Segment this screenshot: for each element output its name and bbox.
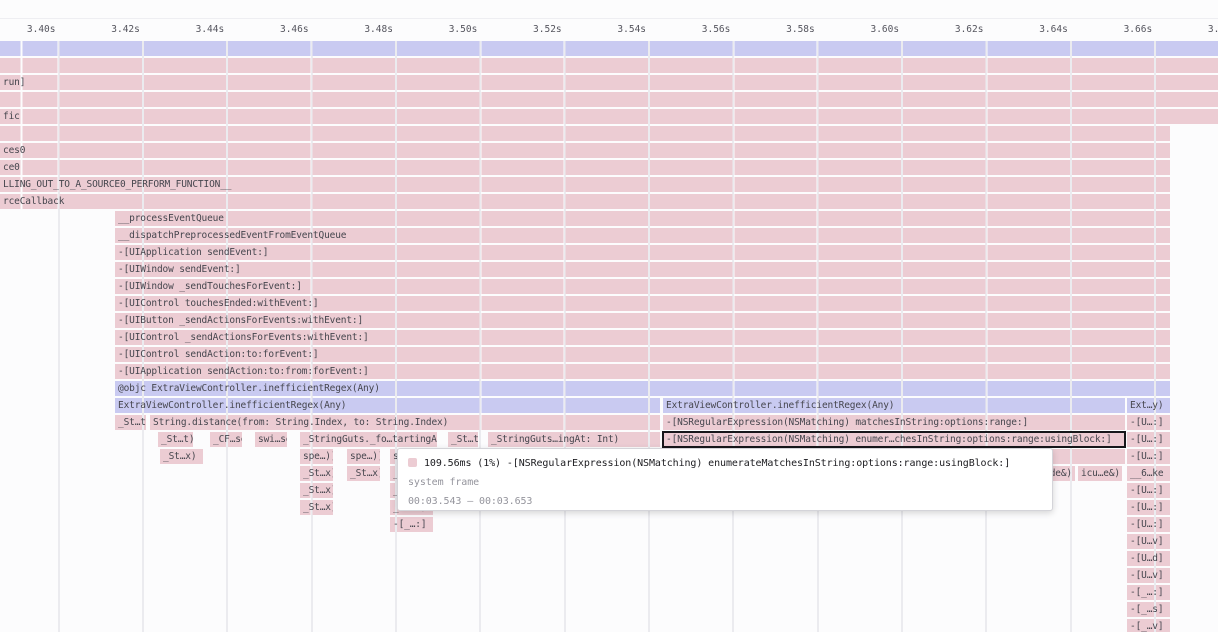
tooltip-time-range: 00:03.543 — 00:03.653 bbox=[408, 492, 1042, 511]
flame-bar[interactable]: Ext…y) bbox=[1127, 398, 1170, 413]
tooltip-title-line: 109.56ms (1%) -[NSRegularExpression(NSMa… bbox=[408, 454, 1042, 473]
frame-color-swatch-icon bbox=[408, 458, 417, 467]
flame-bar[interactable]: __dispatchPreprocessedEventFromEventQueu… bbox=[115, 228, 1170, 243]
flame-bar[interactable]: -[UIWindow sendEvent:] bbox=[115, 262, 1170, 277]
flame-bar[interactable]: -[U…v] bbox=[1127, 534, 1170, 549]
flame-bar[interactable]: __6…ke bbox=[1127, 466, 1170, 481]
tooltip-title: 109.56ms (1%) -[NSRegularExpression(NSMa… bbox=[424, 458, 1010, 469]
flame-bar[interactable]: -[UIControl touchesEnded:withEvent:] bbox=[115, 296, 1170, 311]
flame-bar[interactable]: _St…t) bbox=[115, 415, 146, 430]
flame-bar[interactable]: -[_…s] bbox=[1127, 602, 1170, 617]
flame-bar[interactable]: _St…t) bbox=[448, 432, 478, 447]
flame-bar[interactable]: _St…x) bbox=[300, 500, 333, 515]
flame-bar[interactable]: rceCallback bbox=[0, 194, 1170, 209]
flame-bar[interactable]: -[U…:] bbox=[1127, 517, 1170, 532]
flame-bar[interactable]: run] bbox=[0, 75, 1218, 90]
flame-bar[interactable]: ExtraViewController.inefficientRegex(Any… bbox=[115, 398, 660, 413]
flame-bar[interactable]: spe…)) bbox=[347, 449, 380, 464]
flame-bar-selected[interactable]: -[NSRegularExpression(NSMatching) enumer… bbox=[663, 432, 1125, 447]
flame-bar[interactable]: -[U…:] bbox=[1127, 483, 1170, 498]
flame-bar[interactable]: -[NSRegularExpression(NSMatching) matche… bbox=[663, 415, 1125, 430]
flame-bar[interactable]: _StringGuts…ingAt: Int) bbox=[488, 432, 660, 447]
flame-chart: run] fic ces0 ce0 LLING_OUT_TO_A_SOURCE0_PER… bbox=[0, 0, 1218, 632]
flame-bar[interactable] bbox=[0, 126, 1170, 141]
flame-bar[interactable]: LLING_OUT_TO_A_SOURCE0_PERFORM_FUNCTION_… bbox=[0, 177, 1170, 192]
flame-bar[interactable] bbox=[0, 92, 1218, 107]
flame-bar[interactable]: -[UIButton _sendActionsForEvents:withEve… bbox=[115, 313, 1170, 328]
flame-bar[interactable]: -[U…:] bbox=[1127, 449, 1170, 464]
flame-bar[interactable]: _St…t) bbox=[158, 432, 193, 447]
flame-bar[interactable]: fic bbox=[0, 109, 1218, 124]
flame-graph-view: 3.40s3.42s3.44s3.46s3.48s3.50s3.52s3.54s… bbox=[0, 0, 1218, 632]
flame-bar[interactable]: -[U…d] bbox=[1127, 551, 1170, 566]
flame-bar[interactable]: ExtraViewController.inefficientRegex(Any… bbox=[663, 398, 1125, 413]
flame-bar[interactable]: @objc ExtraViewController.inefficientReg… bbox=[115, 381, 1170, 396]
flame-bar[interactable]: _St…x) bbox=[160, 449, 203, 464]
flame-bar[interactable]: icu…e&) bbox=[1078, 466, 1122, 481]
flame-bar[interactable]: spe…)) bbox=[300, 449, 333, 464]
hover-tooltip: 109.56ms (1%) -[NSRegularExpression(NSMa… bbox=[397, 448, 1053, 511]
flame-bar[interactable]: -[U…:] bbox=[1127, 415, 1170, 430]
flame-bar[interactable]: -[U…:] bbox=[1127, 500, 1170, 515]
flame-bar[interactable]: -[_…v] bbox=[1127, 619, 1170, 632]
flame-bar[interactable]: _St…x) bbox=[347, 466, 380, 481]
flame-bar[interactable]: ces0 bbox=[0, 143, 1170, 158]
flame-bar[interactable]: _St…x) bbox=[300, 466, 333, 481]
flame-bar[interactable]: -[UIControl _sendActionsForEvents:withEv… bbox=[115, 330, 1170, 345]
flame-bar[interactable]: ce0 bbox=[0, 160, 1170, 175]
flame-bar[interactable]: _St…x) bbox=[300, 483, 333, 498]
flame-bar[interactable]: _StringGuts._fo…tartingAt: Int) bbox=[300, 432, 437, 447]
flame-bar[interactable]: -[UIApplication sendEvent:] bbox=[115, 245, 1170, 260]
flame-bar[interactable]: -[UIWindow _sendTouchesForEvent:] bbox=[115, 279, 1170, 294]
flame-bar[interactable]: swi…se bbox=[255, 432, 287, 447]
flame-bar[interactable]: String.distance(from: String.Index, to: … bbox=[150, 415, 660, 430]
flame-bar[interactable]: -[UIControl sendAction:to:forEvent:] bbox=[115, 347, 1170, 362]
flame-bar[interactable]: -[UIApplication sendAction:to:from:forEv… bbox=[115, 364, 1170, 379]
flame-bar[interactable] bbox=[0, 58, 1218, 73]
flame-bar[interactable]: -[U…v] bbox=[1127, 568, 1170, 583]
tooltip-subtitle: system frame bbox=[408, 473, 1042, 492]
flame-bar[interactable] bbox=[0, 41, 1218, 56]
flame-bar[interactable]: _CF…se bbox=[210, 432, 242, 447]
flame-bar[interactable]: -[U…:] bbox=[1127, 432, 1170, 447]
flame-bar[interactable]: __processEventQueue bbox=[115, 211, 1170, 226]
flame-bar[interactable]: -[_…:] bbox=[1127, 585, 1170, 600]
flame-bar[interactable]: -[_…:] bbox=[390, 517, 433, 532]
